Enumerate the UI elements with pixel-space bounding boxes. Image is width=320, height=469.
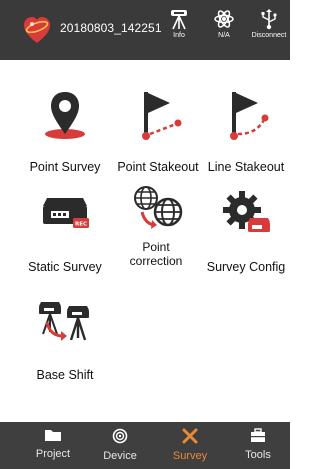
nav-project[interactable]: Project — [17, 428, 89, 460]
gnss-receiver-icon — [171, 10, 187, 30]
satellite-status-label: N/A — [218, 32, 230, 39]
static-survey-tile[interactable]: REC Static Survey — [13, 184, 117, 274]
bottom-nav: Project Device Survey Tools — [0, 422, 290, 469]
top-bar: 20180803_142251 Info N/A Disconnect — [0, 0, 290, 60]
nav-device-label: Device — [103, 450, 137, 462]
map-pin-icon — [45, 92, 85, 139]
static-receiver-rec-icon: REC — [43, 198, 89, 228]
base-shift-tile[interactable]: Base Shift — [13, 292, 117, 382]
point-survey-tile[interactable]: Point Survey — [13, 84, 117, 174]
nav-tools-label: Tools — [245, 449, 271, 461]
nav-survey-label: Survey — [172, 450, 208, 462]
gear-receiver-icon — [223, 191, 270, 232]
point-correction-label-line1: Point — [142, 240, 170, 254]
static-survey-label: Static Survey — [28, 260, 102, 274]
point-correction-tile[interactable]: Point correction — [104, 178, 208, 268]
point-correction-label-line2: correction — [129, 254, 183, 268]
base-shift-label: Base Shift — [36, 368, 94, 382]
survey-config-tile[interactable]: Survey Config — [194, 184, 298, 274]
toolbox-icon — [251, 428, 265, 442]
svg-text:REC: REC — [75, 222, 87, 228]
survey-menu-grid: Point Survey Point Stakeout Line Stakeou… — [0, 60, 290, 422]
nav-project-label: Project — [35, 448, 71, 460]
line-stakeout-label: Line Stakeout — [207, 160, 285, 174]
base-shift-icon — [39, 302, 89, 341]
point-survey-label: Point Survey — [29, 160, 101, 174]
usb-plug-icon — [261, 9, 277, 30]
nav-tools[interactable]: Tools — [222, 428, 294, 461]
device-signal-icon — [112, 428, 128, 444]
flag-point-icon — [142, 92, 182, 140]
info-button[interactable]: Info — [156, 8, 202, 54]
disconnect-label: Disconnect — [251, 32, 287, 39]
satellite-status-button[interactable]: N/A — [201, 8, 247, 54]
flag-line-icon — [230, 92, 269, 140]
survey-config-label: Survey Config — [206, 260, 286, 274]
nav-survey[interactable]: Survey — [154, 428, 226, 462]
globe-correction-icon — [134, 186, 183, 229]
nav-device[interactable]: Device — [84, 428, 156, 462]
satellite-atom-icon — [214, 10, 234, 28]
info-label: Info — [173, 32, 185, 39]
line-stakeout-tile[interactable]: Line Stakeout — [194, 84, 298, 174]
folder-icon — [45, 430, 61, 441]
project-heart-icon[interactable] — [22, 14, 52, 46]
project-name[interactable]: 20180803_142251 — [60, 21, 162, 35]
disconnect-button[interactable]: Disconnect — [246, 8, 292, 54]
survey-tools-icon — [182, 428, 198, 444]
